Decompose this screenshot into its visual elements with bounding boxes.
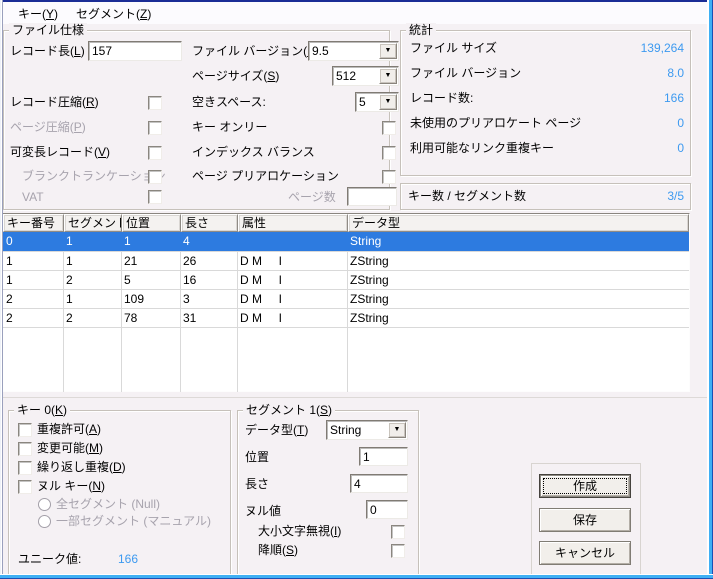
- data-type-combo[interactable]: String▼: [326, 420, 408, 440]
- unique-values-value: 166: [118, 552, 138, 566]
- blank-truncation-checkbox: [148, 170, 162, 184]
- window-border-left: [0, 0, 3, 579]
- vat-checkbox: [148, 190, 162, 204]
- stat-label: レコード数:: [410, 91, 473, 105]
- free-space-combo[interactable]: 5▼: [355, 92, 399, 112]
- modifiable-checkbox[interactable]: [18, 442, 32, 456]
- stat-value: 0: [560, 116, 684, 130]
- page-compression-label: ページ圧縮(P): [10, 120, 86, 134]
- position-input[interactable]: 1: [359, 447, 408, 466]
- length-label: 長さ: [245, 477, 269, 491]
- stat-label: 未使用のプリアロケート ページ: [410, 116, 581, 130]
- statistics-title: 統計: [406, 23, 436, 37]
- repeating-duplicates-checkbox[interactable]: [18, 461, 32, 475]
- window-border-right: [707, 0, 713, 579]
- table-row[interactable]: 0 1 1 4 String: [3, 232, 689, 251]
- key-options-title: キー 0(K): [14, 403, 70, 417]
- file-version-label: ファイル バージョン(F): [192, 44, 318, 58]
- create-button[interactable]: 作成: [539, 474, 631, 498]
- allow-duplicates-label: 重複許可(A): [37, 422, 101, 436]
- null-key-label: ヌル キー(N): [37, 479, 105, 493]
- null-value-input[interactable]: 0: [366, 500, 408, 519]
- variable-records-checkbox[interactable]: [148, 146, 162, 160]
- separator-line: [0, 397, 713, 398]
- key-segment-count-value: 3/5: [560, 189, 684, 203]
- variable-records-label: 可変長レコード(V): [10, 145, 110, 159]
- page-preallocation-label: ページ プリアロケーション: [192, 169, 339, 183]
- column-header[interactable]: セグメント: [64, 214, 122, 232]
- allow-duplicates-checkbox[interactable]: [18, 423, 32, 437]
- position-label: 位置: [245, 450, 269, 464]
- unique-values-label: ユニーク値:: [18, 552, 81, 566]
- partial-segments-radio: [38, 515, 51, 528]
- case-insensitive-label: 大小文字無視(I): [258, 524, 341, 538]
- dropdown-arrow-icon[interactable]: ▼: [388, 422, 406, 438]
- menu-bar: キー(Y) セグメント(Z): [3, 2, 707, 24]
- file-version-combo[interactable]: 9.5▼: [308, 41, 399, 61]
- descending-label: 降順(S): [258, 543, 298, 557]
- save-button[interactable]: 保存: [539, 508, 631, 532]
- menu-segment[interactable]: セグメント(Z): [68, 3, 159, 24]
- page-size-combo[interactable]: 512▼: [332, 66, 399, 86]
- page-compression-checkbox: [148, 121, 162, 135]
- column-header[interactable]: 長さ: [181, 214, 238, 232]
- focus-rectangle: [543, 478, 627, 494]
- blank-truncation-label: ブランクトランケーション: [22, 169, 166, 183]
- free-space-label: 空きスペース:: [192, 95, 266, 109]
- key-segment-table[interactable]: キー番号 セグメント 位置 長さ 属性 データ型 0 1 1 4 String …: [2, 213, 690, 392]
- record-length-label: レコード長(L): [10, 44, 85, 58]
- record-compression-label: レコード圧縮(R): [10, 95, 99, 109]
- vat-label: VAT: [22, 190, 44, 204]
- stat-value: 8.0: [560, 66, 684, 80]
- null-key-checkbox[interactable]: [18, 480, 32, 494]
- table-row[interactable]: 2 2 78 31 D M I ZString: [3, 309, 689, 328]
- table-row[interactable]: 1 1 21 26 D M I ZString: [3, 252, 689, 271]
- dropdown-arrow-icon[interactable]: ▼: [379, 68, 397, 84]
- index-balance-checkbox[interactable]: [382, 146, 396, 160]
- length-input[interactable]: 4: [350, 474, 408, 493]
- menu-key[interactable]: キー(Y): [10, 3, 66, 24]
- all-segments-radio: [38, 498, 51, 511]
- record-length-input[interactable]: 157: [88, 41, 182, 61]
- column-header[interactable]: データ型: [348, 214, 689, 232]
- stat-label: ファイル サイズ: [410, 41, 497, 55]
- dropdown-arrow-icon[interactable]: ▼: [379, 43, 397, 59]
- page-count-label: ページ数: [288, 190, 336, 204]
- column-header[interactable]: 位置: [122, 214, 181, 232]
- case-insensitive-checkbox[interactable]: [391, 525, 405, 539]
- modifiable-label: 変更可能(M): [37, 441, 103, 455]
- page-preallocation-checkbox[interactable]: [382, 170, 396, 184]
- window-border-bottom: [0, 574, 713, 579]
- btrieve-file-dialog: キー(Y) セグメント(Z) ファイル仕様 レコード長(L) 157 ファイル …: [0, 0, 713, 579]
- stat-value: 0: [560, 141, 684, 155]
- partial-segments-label: 一部セグメント (マニュアル): [56, 514, 211, 528]
- data-type-label: データ型(T): [245, 423, 308, 437]
- dropdown-arrow-icon[interactable]: ▼: [379, 94, 397, 110]
- index-balance-label: インデックス バランス: [192, 145, 315, 159]
- record-compression-checkbox[interactable]: [148, 96, 162, 110]
- file-spec-title: ファイル仕様: [9, 23, 87, 37]
- stat-value: 166: [560, 91, 684, 105]
- table-row[interactable]: 2 1 109 3 D M I ZString: [3, 290, 689, 309]
- table-row[interactable]: 1 2 5 16 D M I ZString: [3, 271, 689, 290]
- key-only-checkbox[interactable]: [382, 121, 396, 135]
- page-size-label: ページサイズ(S): [192, 69, 279, 83]
- descending-checkbox[interactable]: [391, 544, 405, 558]
- stat-label: 利用可能なリンク重複キー: [410, 141, 554, 155]
- null-value-label: ヌル値: [245, 504, 281, 518]
- repeating-duplicates-label: 繰り返し重複(D): [37, 460, 126, 474]
- column-header[interactable]: キー番号: [3, 214, 64, 232]
- page-count-input[interactable]: [347, 187, 397, 206]
- key-segment-count-label: キー数 / セグメント数: [408, 189, 526, 203]
- stat-value: 139,264: [560, 41, 684, 55]
- column-header[interactable]: 属性: [238, 214, 348, 232]
- segment-options-title: セグメント 1(S): [243, 403, 335, 417]
- all-segments-label: 全セグメント (Null): [56, 497, 160, 511]
- stat-label: ファイル バージョン: [410, 66, 521, 80]
- cancel-button[interactable]: キャンセル: [539, 541, 631, 565]
- key-only-label: キー オンリー: [192, 120, 267, 134]
